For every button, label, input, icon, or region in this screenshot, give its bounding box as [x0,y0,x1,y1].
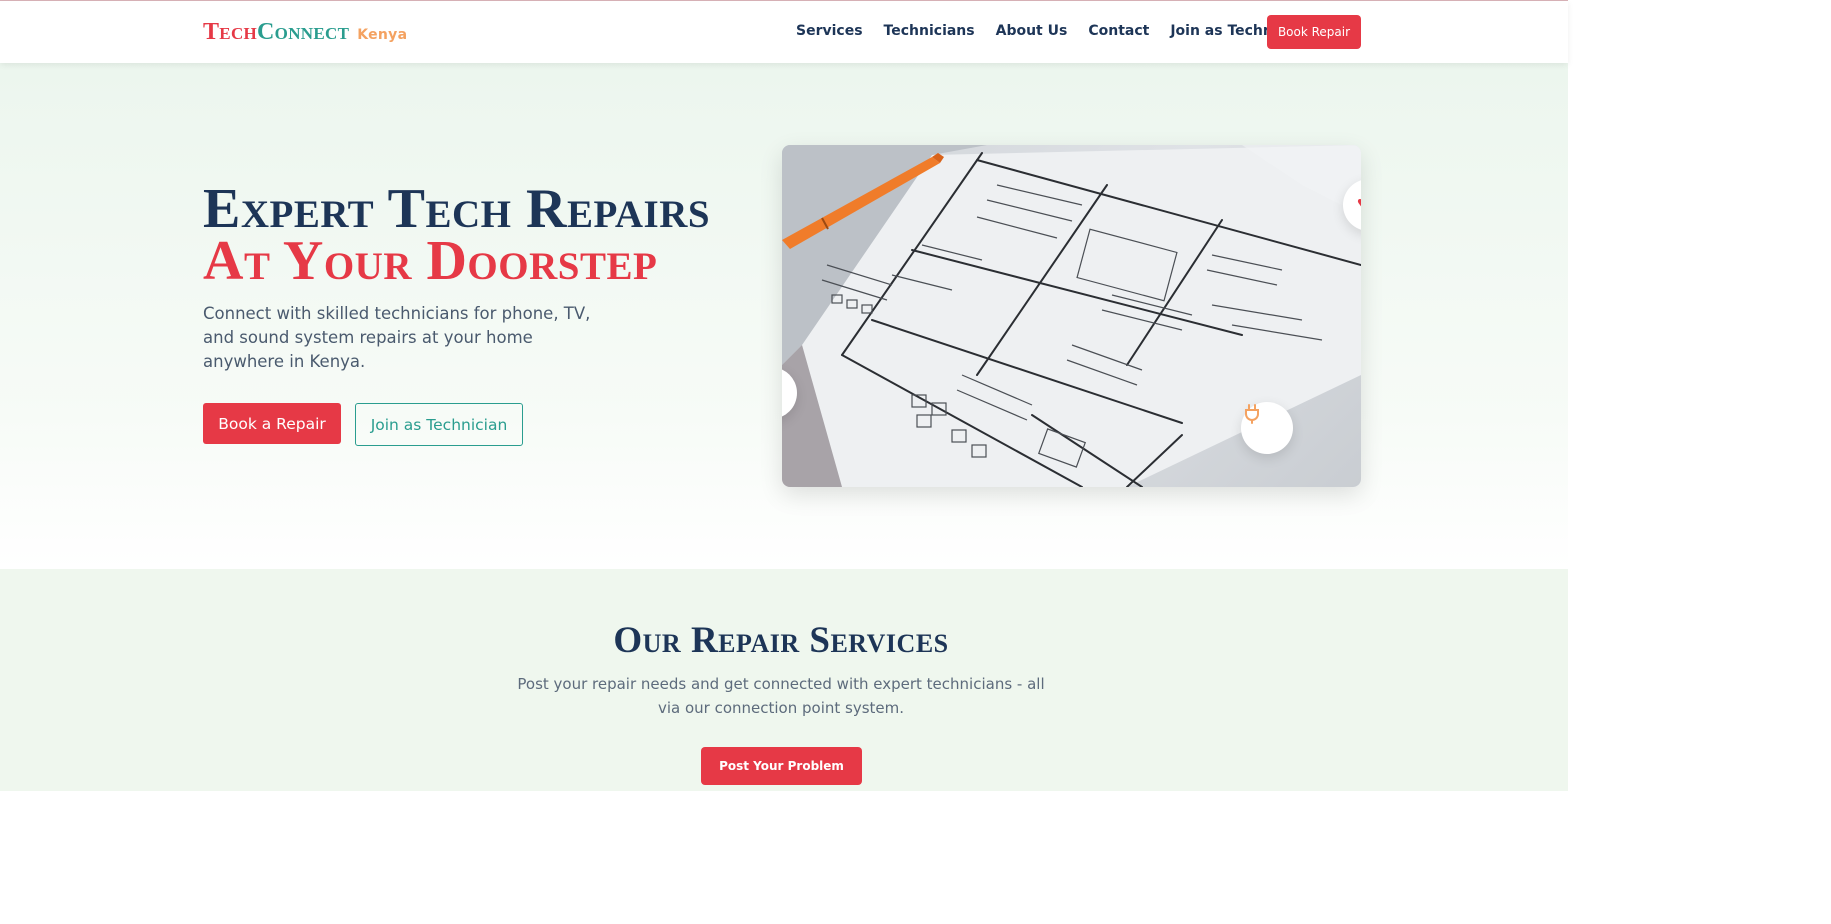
brand-logo[interactable]: Tech Connect Kenya [203,19,407,46]
brand-name-tech: Tech [203,19,258,45]
services-title: Our Repair Services [613,620,949,661]
hero-section: Expert Tech Repairs At Your Doorstep Con… [0,63,1568,569]
services-section: Our Repair Services Post your repair nee… [0,569,1568,791]
nav-item-technicians[interactable]: Technicians [884,23,975,39]
hero-title-line2: At Your Doorstep [203,230,658,292]
services-subtitle: Post your repair needs and get connected… [517,675,1045,717]
site-header: Tech Connect Kenya Services Technicians A… [0,1,1568,63]
nav-item-about[interactable]: About Us [996,23,1068,39]
plug-icon [1241,402,1293,454]
main-nav: Services Technicians About Us Contact Jo… [796,23,1331,39]
brand-region: Kenya [357,27,408,43]
nav-item-contact[interactable]: Contact [1088,23,1149,39]
hero-title-line1: Expert Tech Repairs [203,178,711,240]
join-as-technician-button[interactable]: Join as Technician [355,403,523,446]
hero-subtitle: Connect with skilled technicians for pho… [203,304,591,371]
hero-title: Expert Tech Repairs At Your Doorstep [203,178,711,292]
brand-name-connect: Connect [257,19,350,45]
nav-item-services[interactable]: Services [796,23,863,39]
book-a-repair-button[interactable]: Book a Repair [203,403,341,444]
book-repair-button[interactable]: Book Repair [1267,15,1361,49]
post-your-problem-button[interactable]: Post Your Problem [701,747,862,785]
hero-image-wireframe-sketch: ♥ [782,145,1361,487]
